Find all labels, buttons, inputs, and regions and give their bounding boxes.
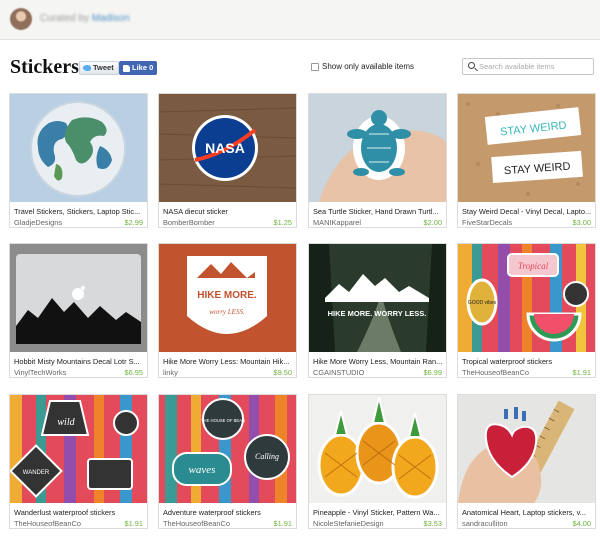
product-title[interactable]: NASA diecut sticker [163,207,293,216]
worry-less-text: worry LESS. [209,308,245,316]
shop-name[interactable]: sandraculliton [462,519,557,528]
product-card[interactable]: NASA NASA diecut sticker BomberBomber $1… [158,93,297,228]
search-icon [468,62,475,69]
product-title[interactable]: Stay Weird Decal - Vinyl Decal, Lapto... [462,207,592,216]
curator-header: Curated by Madison [0,0,600,40]
shop-name[interactable]: GladjeDesigns [14,218,109,227]
house-of-bean-text: THE HOUSE OF BEAN [201,418,245,423]
shop-name[interactable]: TheHouseofBeanCo [14,519,109,528]
product-price: $9.50 [273,368,293,377]
product-image[interactable]: GOOD vibes Tropical [458,244,595,352]
product-card[interactable]: HIKE MORE. worry LESS. Hike More Worry L… [158,243,297,378]
tweet-button[interactable]: Tweet [79,61,119,75]
product-price: $2.00 [423,218,443,227]
product-card[interactable]: wild WANDER Wanderlust waterproof sticke… [9,394,148,529]
product-price: $1.91 [572,368,592,377]
product-image[interactable]: HIKE MORE. WORRY LESS. [309,244,446,352]
product-card[interactable]: Travel Stickers, Stickers, Laptop Stic..… [9,93,148,228]
shop-name[interactable]: linky [163,368,258,377]
product-card[interactable]: Hobbit Misty Mountains Decal Lotr S... V… [9,243,148,378]
curator-avatar[interactable] [10,8,32,30]
product-image[interactable] [10,94,147,202]
product-image[interactable] [10,244,147,352]
product-title[interactable]: Sea Turtle Sticker, Hand Drawn Turtl... [313,207,443,216]
good-vibes-text: GOOD vibes [468,300,497,306]
tweet-label: Tweet [93,63,114,72]
product-card[interactable]: STAY WEIRD STAY WEIRD Stay Weird Decal -… [457,93,596,228]
product-image[interactable] [458,395,595,503]
product-image[interactable]: THE HOUSE OF BEAN Calling waves [159,395,296,503]
product-title[interactable]: Hobbit Misty Mountains Decal Lotr S... [14,357,144,366]
product-image[interactable]: NASA [159,94,296,202]
search-box[interactable] [462,58,594,75]
product-title[interactable]: Tropical waterproof stickers [462,357,592,366]
product-price: $6.95 [124,368,144,377]
shop-name[interactable]: CGAINSTUDIO [313,368,408,377]
hike-more-worry-less-text: HIKE MORE. WORRY LESS. [328,309,427,318]
available-checkbox[interactable] [311,62,319,71]
shop-name[interactable]: TheHouseofBeanCo [462,368,557,377]
calling-text: Calling [255,452,279,461]
waves-text: waves [189,464,216,476]
product-image[interactable]: HIKE MORE. worry LESS. [159,244,296,352]
curated-by-text: Curated by Madison [40,13,130,24]
product-price: $1.25 [273,218,293,227]
curated-prefix: Curated by [40,13,89,24]
product-title[interactable]: Adventure waterproof stickers [163,508,293,517]
hike-more-text: HIKE MORE. [197,290,257,301]
product-price: $4.00 [572,519,592,528]
wander-text: WANDER [23,470,50,476]
product-card[interactable]: Anatomical Heart, Laptop stickers, v... … [457,394,596,529]
twitter-bird-icon [83,65,91,71]
curator-name-link[interactable]: Madison [92,13,130,24]
product-card[interactable]: THE HOUSE OF BEAN Calling waves Adventur… [158,394,297,529]
product-price: $1.91 [273,519,293,528]
product-card[interactable]: HIKE MORE. WORRY LESS. Hike More Worry L… [308,243,447,378]
shop-name[interactable]: FiveStarDecals [462,218,557,227]
tropical-text: Tropical [518,261,549,271]
product-price: $3.53 [423,519,443,528]
product-image[interactable]: wild WANDER [10,395,147,503]
product-price: $3.00 [572,218,592,227]
search-input[interactable] [479,60,591,73]
product-card[interactable]: Sea Turtle Sticker, Hand Drawn Turtl... … [308,93,447,228]
facebook-like-button[interactable]: Like 0 [119,61,158,75]
available-filter[interactable]: Show only available items [311,62,414,71]
product-price: $6.99 [423,368,443,377]
nasa-logo-text: NASA [205,140,245,156]
product-title[interactable]: Hike More Worry Less: Mountain Hik... [163,357,293,366]
product-price: $1.91 [124,519,144,528]
shop-name[interactable]: VinylTechWorks [14,368,109,377]
product-title[interactable]: Anatomical Heart, Laptop stickers, v... [462,508,592,517]
product-card[interactable]: Pineapple - Vinyl Sticker, Pattern Wa...… [308,394,447,529]
thumbs-up-icon [123,64,130,72]
product-card[interactable]: GOOD vibes Tropical Tropical waterproof … [457,243,596,378]
product-image[interactable] [309,94,446,202]
product-image[interactable] [309,395,446,503]
shop-name[interactable]: MANIKapparel [313,218,408,227]
page-title: Stickers [10,56,79,78]
product-title[interactable]: Wanderlust waterproof stickers [14,508,144,517]
wild-text: wild [57,417,75,428]
product-title[interactable]: Hike More Worry Less, Mountain Ran... [313,357,443,366]
shop-name[interactable]: BomberBomber [163,218,258,227]
product-price: $2.99 [124,218,144,227]
product-title[interactable]: Pineapple - Vinyl Sticker, Pattern Wa... [313,508,443,517]
available-label: Show only available items [322,62,415,71]
like-label: Like 0 [132,63,154,72]
product-image[interactable]: STAY WEIRD STAY WEIRD [458,94,595,202]
shop-name[interactable]: NicoleStefanieDesign [313,519,408,528]
shop-name[interactable]: TheHouseofBeanCo [163,519,258,528]
product-title[interactable]: Travel Stickers, Stickers, Laptop Stic..… [14,207,144,216]
